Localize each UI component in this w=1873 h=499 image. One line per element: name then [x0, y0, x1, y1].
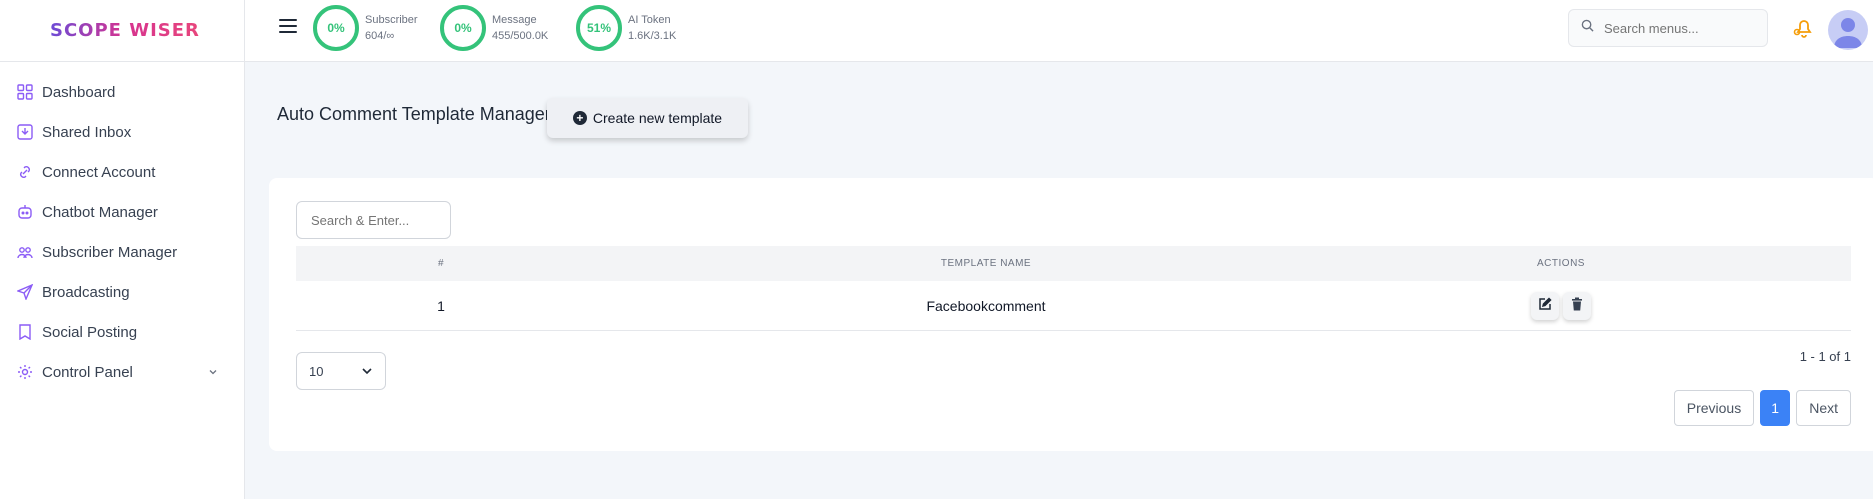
sidebar-item-label: Shared Inbox — [42, 123, 132, 141]
create-template-label: Create new template — [592, 110, 723, 126]
sidebar-item-label: Control Panel — [42, 363, 133, 381]
bookmark-icon — [16, 323, 34, 341]
plus-circle-icon: + — [572, 111, 587, 125]
sidebar-item-broadcasting[interactable]: Broadcasting — [0, 272, 244, 312]
progress-ring: 0% — [313, 5, 359, 51]
stat-label: Subscriber — [365, 14, 418, 26]
table-header: # TEMPLATE NAME ACTIONS — [296, 246, 1851, 281]
logo-area: SCOPE WISER — [0, 0, 244, 62]
stat-ai-token: 51% AI Token 1.6K/3.1K — [576, 5, 676, 51]
stat-message: 0% Message 455/500.0K — [440, 5, 548, 51]
link-icon — [16, 163, 34, 181]
avatar[interactable] — [1828, 10, 1868, 50]
inbox-icon — [16, 123, 34, 141]
sidebar: SCOPE WISER Dashboard Shared Inbox Conne… — [0, 0, 245, 499]
sidebar-item-label: Broadcasting — [42, 283, 130, 301]
menu-toggle-icon[interactable] — [279, 19, 297, 35]
delete-button[interactable] — [1563, 291, 1591, 320]
template-table-card: # TEMPLATE NAME ACTIONS 1 Facebookcommen… — [269, 178, 1873, 451]
sidebar-item-chatbot-manager[interactable]: Chatbot Manager — [0, 192, 244, 232]
bot-icon — [16, 203, 34, 221]
table-row: 1 Facebookcomment — [296, 281, 1851, 331]
bell-icon[interactable] — [1791, 15, 1817, 41]
sidebar-item-label: Chatbot Manager — [42, 203, 158, 221]
sidebar-item-subscriber-manager[interactable]: Subscriber Manager — [0, 232, 244, 272]
sidebar-item-social-posting[interactable]: Social Posting — [0, 312, 244, 352]
edit-button[interactable] — [1531, 291, 1559, 320]
previous-page-button[interactable]: Previous — [1673, 390, 1755, 426]
stat-label: AI Token — [628, 14, 671, 26]
stat-value: 1.6K/3.1K — [628, 30, 677, 42]
stat-subscriber: 0% Subscriber 604/∞ — [313, 5, 418, 51]
progress-ring: 0% — [440, 5, 486, 51]
chevron-down-icon[interactable] — [208, 364, 218, 381]
column-template-name[interactable]: TEMPLATE NAME — [586, 246, 1386, 281]
trash-icon — [1571, 297, 1583, 314]
search-icon — [1581, 19, 1594, 37]
row-actions — [1386, 281, 1736, 330]
sidebar-item-control-panel[interactable]: Control Panel — [0, 352, 244, 392]
gear-icon — [16, 363, 34, 381]
send-icon — [16, 283, 34, 301]
stat-value: 604/∞ — [365, 30, 395, 42]
pagination: Previous 1 Next — [1668, 390, 1851, 426]
stat-label: Message — [492, 14, 537, 26]
search-menus-input[interactable] — [1604, 20, 1754, 36]
current-page-button[interactable]: 1 — [1760, 390, 1791, 426]
logo[interactable]: SCOPE WISER — [50, 20, 200, 41]
users-icon — [16, 243, 34, 261]
sidebar-nav: Dashboard Shared Inbox Connect Account C… — [0, 62, 244, 392]
sidebar-item-label: Social Posting — [42, 323, 138, 341]
topbar: 0% Subscriber 604/∞ 0% Message 455/500.0… — [245, 0, 1873, 62]
next-page-button[interactable]: Next — [1796, 390, 1851, 426]
column-index[interactable]: # — [296, 246, 586, 281]
grid-icon — [16, 83, 34, 101]
sidebar-item-connect-account[interactable]: Connect Account — [0, 152, 244, 192]
pagination-range: 1 - 1 of 1 — [1799, 349, 1851, 364]
sidebar-item-label: Dashboard — [42, 83, 116, 101]
progress-ring: 51% — [576, 5, 622, 51]
sidebar-item-shared-inbox[interactable]: Shared Inbox — [0, 112, 244, 152]
create-template-button[interactable]: + Create new template — [547, 98, 748, 138]
search-menus — [1568, 9, 1768, 47]
stat-value: 455/500.0K — [492, 30, 549, 42]
page-size-select[interactable]: 10 — [296, 352, 386, 390]
column-actions: ACTIONS — [1537, 258, 1585, 269]
table-search-input[interactable] — [296, 201, 451, 239]
row-template-name: Facebookcomment — [926, 297, 1046, 314]
edit-icon — [1538, 297, 1552, 314]
page-title: Auto Comment Template Manager — [277, 104, 551, 124]
row-index: 1 — [437, 297, 445, 314]
chevron-down-icon — [361, 365, 373, 380]
sidebar-item-label: Subscriber Manager — [42, 243, 178, 261]
sidebar-item-label: Connect Account — [42, 163, 156, 181]
sidebar-item-dashboard[interactable]: Dashboard — [0, 72, 244, 112]
page-size-value: 10 — [309, 363, 324, 379]
